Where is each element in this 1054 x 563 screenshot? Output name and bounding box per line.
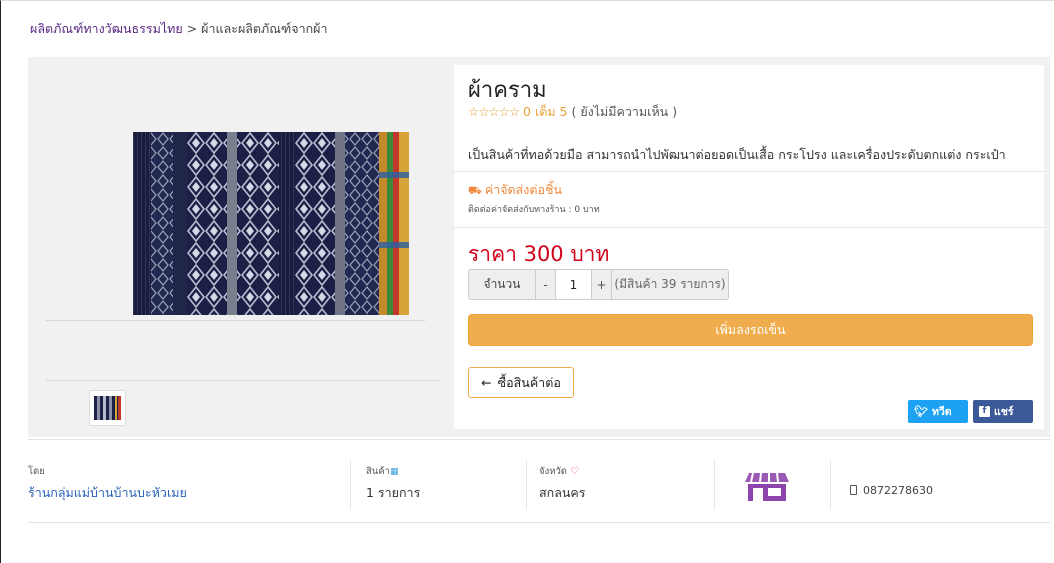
shipping-title: ⛟ ค่าจัดส่งต่อชิ้น — [468, 180, 562, 200]
product-main-image[interactable] — [133, 132, 409, 315]
cubes-icon: ▦ — [389, 467, 399, 477]
product-rating: ☆☆☆☆☆ 0 เต็ม 5 ( ยังไม่มีความเห็น ) — [468, 102, 677, 122]
rating-stars: ☆☆☆☆☆ — [468, 104, 520, 119]
shop-separator-2 — [526, 460, 527, 510]
product-thumbnail[interactable] — [89, 390, 126, 426]
shop-province-column: จังหวัด ♡ สกลนคร — [539, 440, 709, 524]
quantity-minus-button[interactable]: - — [536, 270, 556, 299]
shop-name-link[interactable]: ร้านกลุ่มแม่บ้านบ้านบะหัวเมย — [28, 483, 187, 503]
info-divider-2 — [454, 227, 1044, 228]
shop-by-label: โดย — [28, 466, 45, 477]
add-to-cart-button[interactable]: เพิ่มลงรถเข็น — [468, 314, 1033, 346]
facebook-icon: f — [979, 406, 990, 417]
tweet-button[interactable]: 🐦︎ ทวีต — [908, 400, 968, 423]
shipping-note: ติดต่อค่าจัดส่งกับทางร้าน : 0 บาท — [468, 205, 600, 215]
shop-separator-3 — [714, 460, 715, 510]
province-label: จังหวัด ♡ — [539, 464, 579, 479]
shop-phone[interactable]: 0872278630 — [850, 484, 933, 497]
rating-score: 0 เต็ม 5 — [523, 104, 568, 119]
facebook-share-button[interactable]: f แชร์ — [973, 400, 1033, 423]
quantity-stepper: จำนวน - 1 + (มีสินค้า 39 รายการ) — [468, 269, 729, 300]
product-price: ราคา 300 บาท — [468, 242, 610, 266]
province-value: สกลนคร — [539, 485, 586, 500]
breadcrumb: ผลิตภัณฑ์ทางวัฒนธรรมไทย > ผ้าและผลิตภัณฑ์จ… — [30, 19, 328, 39]
info-divider-1 — [454, 171, 1044, 172]
phone-number: 0872278630 — [863, 484, 933, 497]
share-buttons: 🐦︎ ทวีต f แชร์ — [908, 400, 1033, 423]
indigo-cloth-image — [133, 132, 409, 315]
product-info-card: ผ้าคราม ☆☆☆☆☆ 0 เต็ม 5 ( ยังไม่มีความเห็… — [454, 65, 1044, 429]
arrow-left-icon: ← — [481, 375, 492, 390]
continue-shopping-button[interactable]: ← ซื้อสินค้าต่อ — [468, 367, 574, 398]
continue-shopping-label: ซื้อสินค้าต่อ — [497, 374, 561, 390]
image-divider-bottom — [46, 380, 440, 381]
shop-separator-1 — [350, 460, 351, 510]
breadcrumb-parent-link[interactable]: ผลิตภัณฑ์ทางวัฒนธรรมไทย — [30, 21, 183, 36]
shop-separator-4 — [830, 460, 831, 510]
truck-icon: ⛟ — [468, 184, 482, 197]
quantity-label: จำนวน — [469, 270, 536, 299]
quantity-plus-button[interactable]: + — [592, 270, 612, 299]
image-divider-top — [46, 320, 425, 321]
shop-info-bar: โดย ร้านกลุ่มแม่บ้านบ้านบะหัวเมย สินค้า▦… — [28, 439, 1050, 523]
province-label-text: จังหวัด — [539, 466, 567, 477]
quantity-input[interactable]: 1 — [556, 270, 592, 299]
breadcrumb-current: ผ้าและผลิตภัณฑ์จากผ้า — [201, 21, 328, 36]
products-count: 1 รายการ — [366, 485, 421, 500]
shop-products-column: สินค้า▦ 1 รายการ — [366, 440, 526, 524]
shipping-title-label: ค่าจัดส่งต่อชิ้น — [484, 182, 563, 197]
phone-icon — [850, 485, 857, 495]
shop-owner-column: โดย ร้านกลุ่มแม่บ้านบ้านบะหัวเมย — [28, 440, 358, 524]
thumbnail-image — [94, 396, 121, 420]
products-label-text: สินค้า — [366, 466, 390, 477]
stock-note: (มีสินค้า 39 รายการ) — [612, 270, 728, 299]
tweet-label: ทวีต — [931, 406, 952, 418]
product-description: เป็นสินค้าที่ทอด้วยมือ สามารถนำไปพัฒนาต่… — [468, 147, 1006, 162]
map-pin-icon: ♡ — [570, 466, 579, 477]
twitter-icon: 🐦︎ — [914, 405, 928, 418]
share-label: แชร์ — [994, 406, 1014, 418]
rating-note: ( ยังไม่มีความเห็น ) — [571, 104, 678, 119]
store-icon — [745, 472, 789, 505]
breadcrumb-separator: > — [186, 21, 198, 36]
page-frame: ผลิตภัณฑ์ทางวัฒนธรรมไทย > ผ้าและผลิตภัณฑ์จ… — [0, 0, 1054, 563]
products-label: สินค้า▦ — [366, 464, 399, 479]
